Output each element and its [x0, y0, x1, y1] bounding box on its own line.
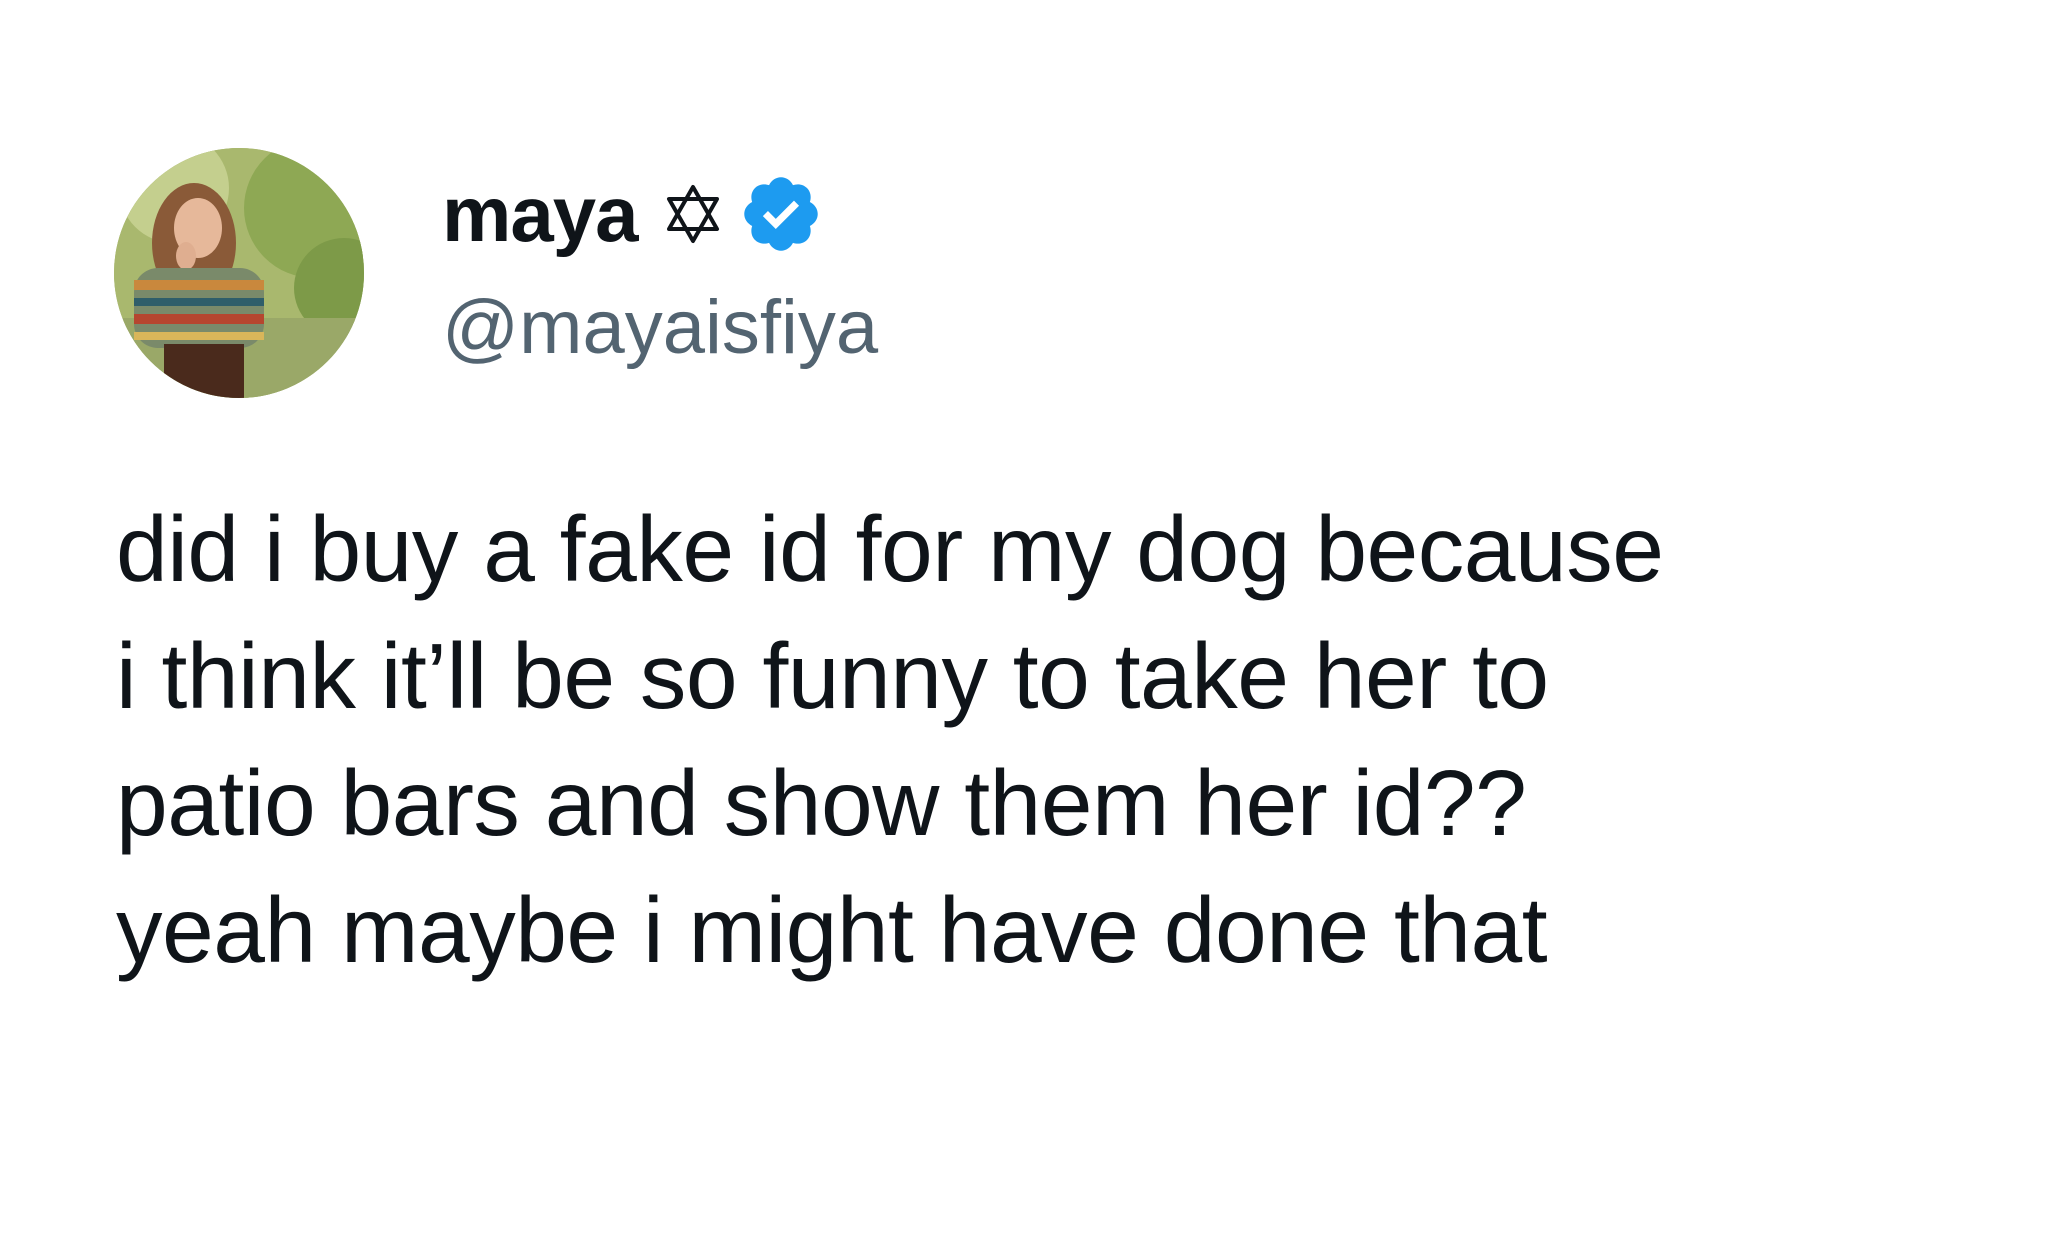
author-handle[interactable]: @mayaisfiya: [442, 280, 878, 376]
tweet-card: maya @mayaisfiya did i buy a fake id for…: [0, 0, 2048, 1252]
avatar-photo: [114, 148, 364, 398]
author-name-row[interactable]: maya: [442, 166, 824, 262]
tweet-text-line: i think it’ll be so funny to take her to: [116, 624, 1549, 728]
tweet-text-line: yeah maybe i might have done that: [116, 878, 1548, 982]
verified-badge-icon[interactable]: [738, 171, 824, 257]
tweet-text-line: did i buy a fake id for my dog because: [116, 497, 1664, 601]
display-name[interactable]: maya: [442, 166, 638, 262]
tweet-text: did i buy a fake id for my dog because i…: [116, 486, 1996, 994]
avatar[interactable]: [114, 148, 364, 398]
star-of-david-icon: [662, 183, 724, 245]
tweet-text-line: patio bars and show them her id??: [116, 751, 1527, 855]
